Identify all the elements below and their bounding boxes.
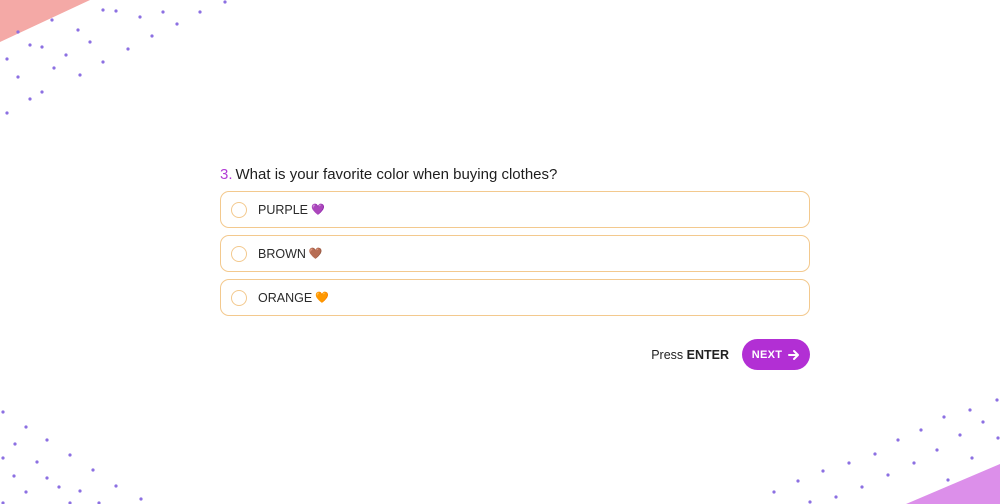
decorative-dot xyxy=(16,75,20,79)
decorative-dot xyxy=(198,10,202,14)
decorative-dot xyxy=(5,111,9,115)
radio-button[interactable] xyxy=(231,201,247,218)
decorative-dot xyxy=(834,495,838,499)
option-orange[interactable]: ORANGE 🧡 xyxy=(220,279,810,316)
radio-button[interactable] xyxy=(231,289,247,306)
option-label: BROWN xyxy=(258,246,306,261)
enter-key-label: ENTER xyxy=(686,347,729,362)
arrow-right-icon xyxy=(788,349,800,360)
decorative-dot xyxy=(981,420,985,424)
decorative-dot xyxy=(88,40,92,44)
decorative-dot xyxy=(772,490,776,494)
decorative-dot xyxy=(847,461,851,465)
decorative-dot xyxy=(896,438,900,442)
decorative-dot xyxy=(24,425,28,429)
navigation-footer: Press ENTER NEXT xyxy=(651,339,810,370)
decorative-dot xyxy=(40,90,44,94)
decorative-dot xyxy=(139,497,143,501)
decorative-dot xyxy=(912,461,916,465)
decorative-dot xyxy=(796,479,800,483)
decorative-dot xyxy=(1,456,5,460)
decorative-dot xyxy=(64,53,68,57)
purple-heart-icon: 💜 xyxy=(311,203,325,216)
decorative-dot xyxy=(935,448,939,452)
decorative-dot xyxy=(1,410,5,414)
decorative-dot xyxy=(175,22,179,26)
option-label: PURPLE xyxy=(258,202,309,217)
decorative-dot xyxy=(45,438,49,442)
decorative-dot xyxy=(68,453,72,457)
decorative-dot xyxy=(970,456,974,460)
decorative-dot xyxy=(91,468,95,472)
decorative-dot xyxy=(13,442,17,446)
decorative-dot xyxy=(126,47,130,51)
corner-triangle-bottom-right xyxy=(906,464,1000,504)
decorative-dot xyxy=(35,460,39,464)
decorative-dot xyxy=(28,97,32,101)
press-label: Press xyxy=(651,347,684,362)
decorative-dot xyxy=(76,28,80,32)
decorative-dot xyxy=(808,500,812,504)
decorative-dot xyxy=(161,10,165,14)
decorative-dot xyxy=(78,489,82,493)
decorative-dot xyxy=(873,452,877,456)
decorative-dot xyxy=(946,478,950,482)
decorative-dot xyxy=(919,428,923,432)
decorative-dot xyxy=(24,490,28,494)
decorative-dot xyxy=(886,473,890,477)
question-heading: 3. What is your favorite color when buyi… xyxy=(220,166,810,183)
question-text: What is your favorite color when buying … xyxy=(235,166,558,183)
option-brown[interactable]: BROWN 🤎 xyxy=(220,235,810,272)
decorative-dot xyxy=(16,30,20,34)
decorative-dot xyxy=(12,474,16,478)
decorative-dot xyxy=(150,34,154,38)
decorative-dot xyxy=(50,18,54,22)
decorative-dot xyxy=(45,476,49,480)
option-purple[interactable]: PURPLE 💜 xyxy=(220,191,810,228)
next-button-label: NEXT xyxy=(751,348,783,361)
decorative-dot xyxy=(996,436,1000,440)
decorative-dot xyxy=(28,43,32,47)
radio-button[interactable] xyxy=(231,245,247,262)
dot-pattern-bottom-left xyxy=(1,410,143,504)
decorative-dot xyxy=(995,398,999,402)
decorative-dot xyxy=(52,66,56,70)
decorative-dot xyxy=(5,57,9,61)
decorative-dot xyxy=(821,469,825,473)
press-enter-hint: Press ENTER xyxy=(651,348,729,362)
decorative-dot xyxy=(958,433,962,437)
decorative-dot xyxy=(101,60,105,64)
brown-heart-icon: 🤎 xyxy=(308,247,323,260)
next-button[interactable]: NEXT xyxy=(742,339,810,370)
decorative-dot xyxy=(40,45,44,49)
decorative-dot xyxy=(114,9,118,13)
answer-options: PURPLE 💜 BROWN 🤎 ORANGE 🧡 xyxy=(220,191,810,323)
decorative-dot xyxy=(860,485,864,489)
corner-triangle-top-left xyxy=(0,0,90,42)
decorative-dot xyxy=(57,485,61,489)
option-label: ORANGE xyxy=(258,290,313,305)
decorative-dot xyxy=(101,8,105,12)
decorative-dot xyxy=(942,415,946,419)
decorative-dot xyxy=(138,15,142,19)
orange-heart-icon: 🧡 xyxy=(315,291,329,304)
decorative-dot xyxy=(114,484,118,488)
decorative-dot xyxy=(78,73,82,77)
question-number: 3. xyxy=(220,166,233,183)
decorative-dot xyxy=(223,0,227,4)
decorative-dot xyxy=(968,408,972,412)
